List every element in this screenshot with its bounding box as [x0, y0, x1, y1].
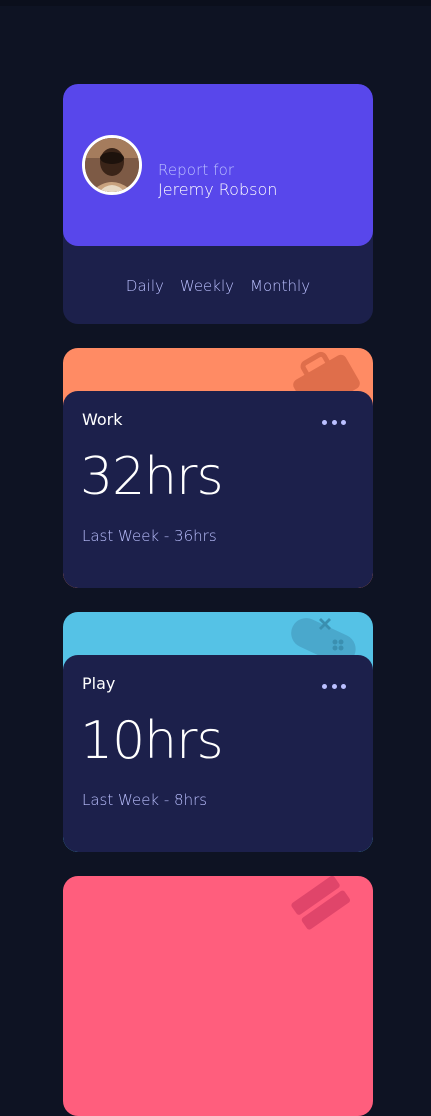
ellipsis-icon[interactable] [322, 682, 346, 690]
tab-monthly[interactable]: Monthly [242, 277, 318, 295]
avatar [82, 135, 142, 195]
timeframe-tabs: Daily Weekly Monthly [63, 277, 373, 295]
book-icon [283, 876, 363, 950]
profile-header: Report for Jeremy Robson [63, 84, 373, 246]
profile-card: Report for Jeremy Robson Daily Weekly Mo… [63, 84, 373, 324]
report-for-label: Report for [158, 161, 235, 179]
current-hours: 10hrs [80, 711, 224, 771]
activity-panel[interactable]: Play 10hrs Last Week - 8hrs [63, 655, 373, 852]
top-strip [0, 0, 431, 6]
tab-daily[interactable]: Daily [118, 277, 172, 295]
activity-title: Play [82, 674, 116, 693]
previous-hours: Last Week - 8hrs [82, 791, 208, 809]
current-hours: 32hrs [80, 447, 224, 507]
activity-card-play: Play 10hrs Last Week - 8hrs [63, 612, 373, 852]
ellipsis-icon[interactable] [322, 418, 346, 426]
activity-title: Work [82, 410, 123, 429]
activity-card-work: Work 32hrs Last Week - 36hrs [63, 348, 373, 588]
activity-panel[interactable]: Work 32hrs Last Week - 36hrs [63, 391, 373, 588]
user-name: Jeremy Robson [158, 180, 278, 199]
activity-card-study [63, 876, 373, 1116]
previous-hours: Last Week - 36hrs [82, 527, 217, 545]
tab-weekly[interactable]: Weekly [172, 277, 242, 295]
